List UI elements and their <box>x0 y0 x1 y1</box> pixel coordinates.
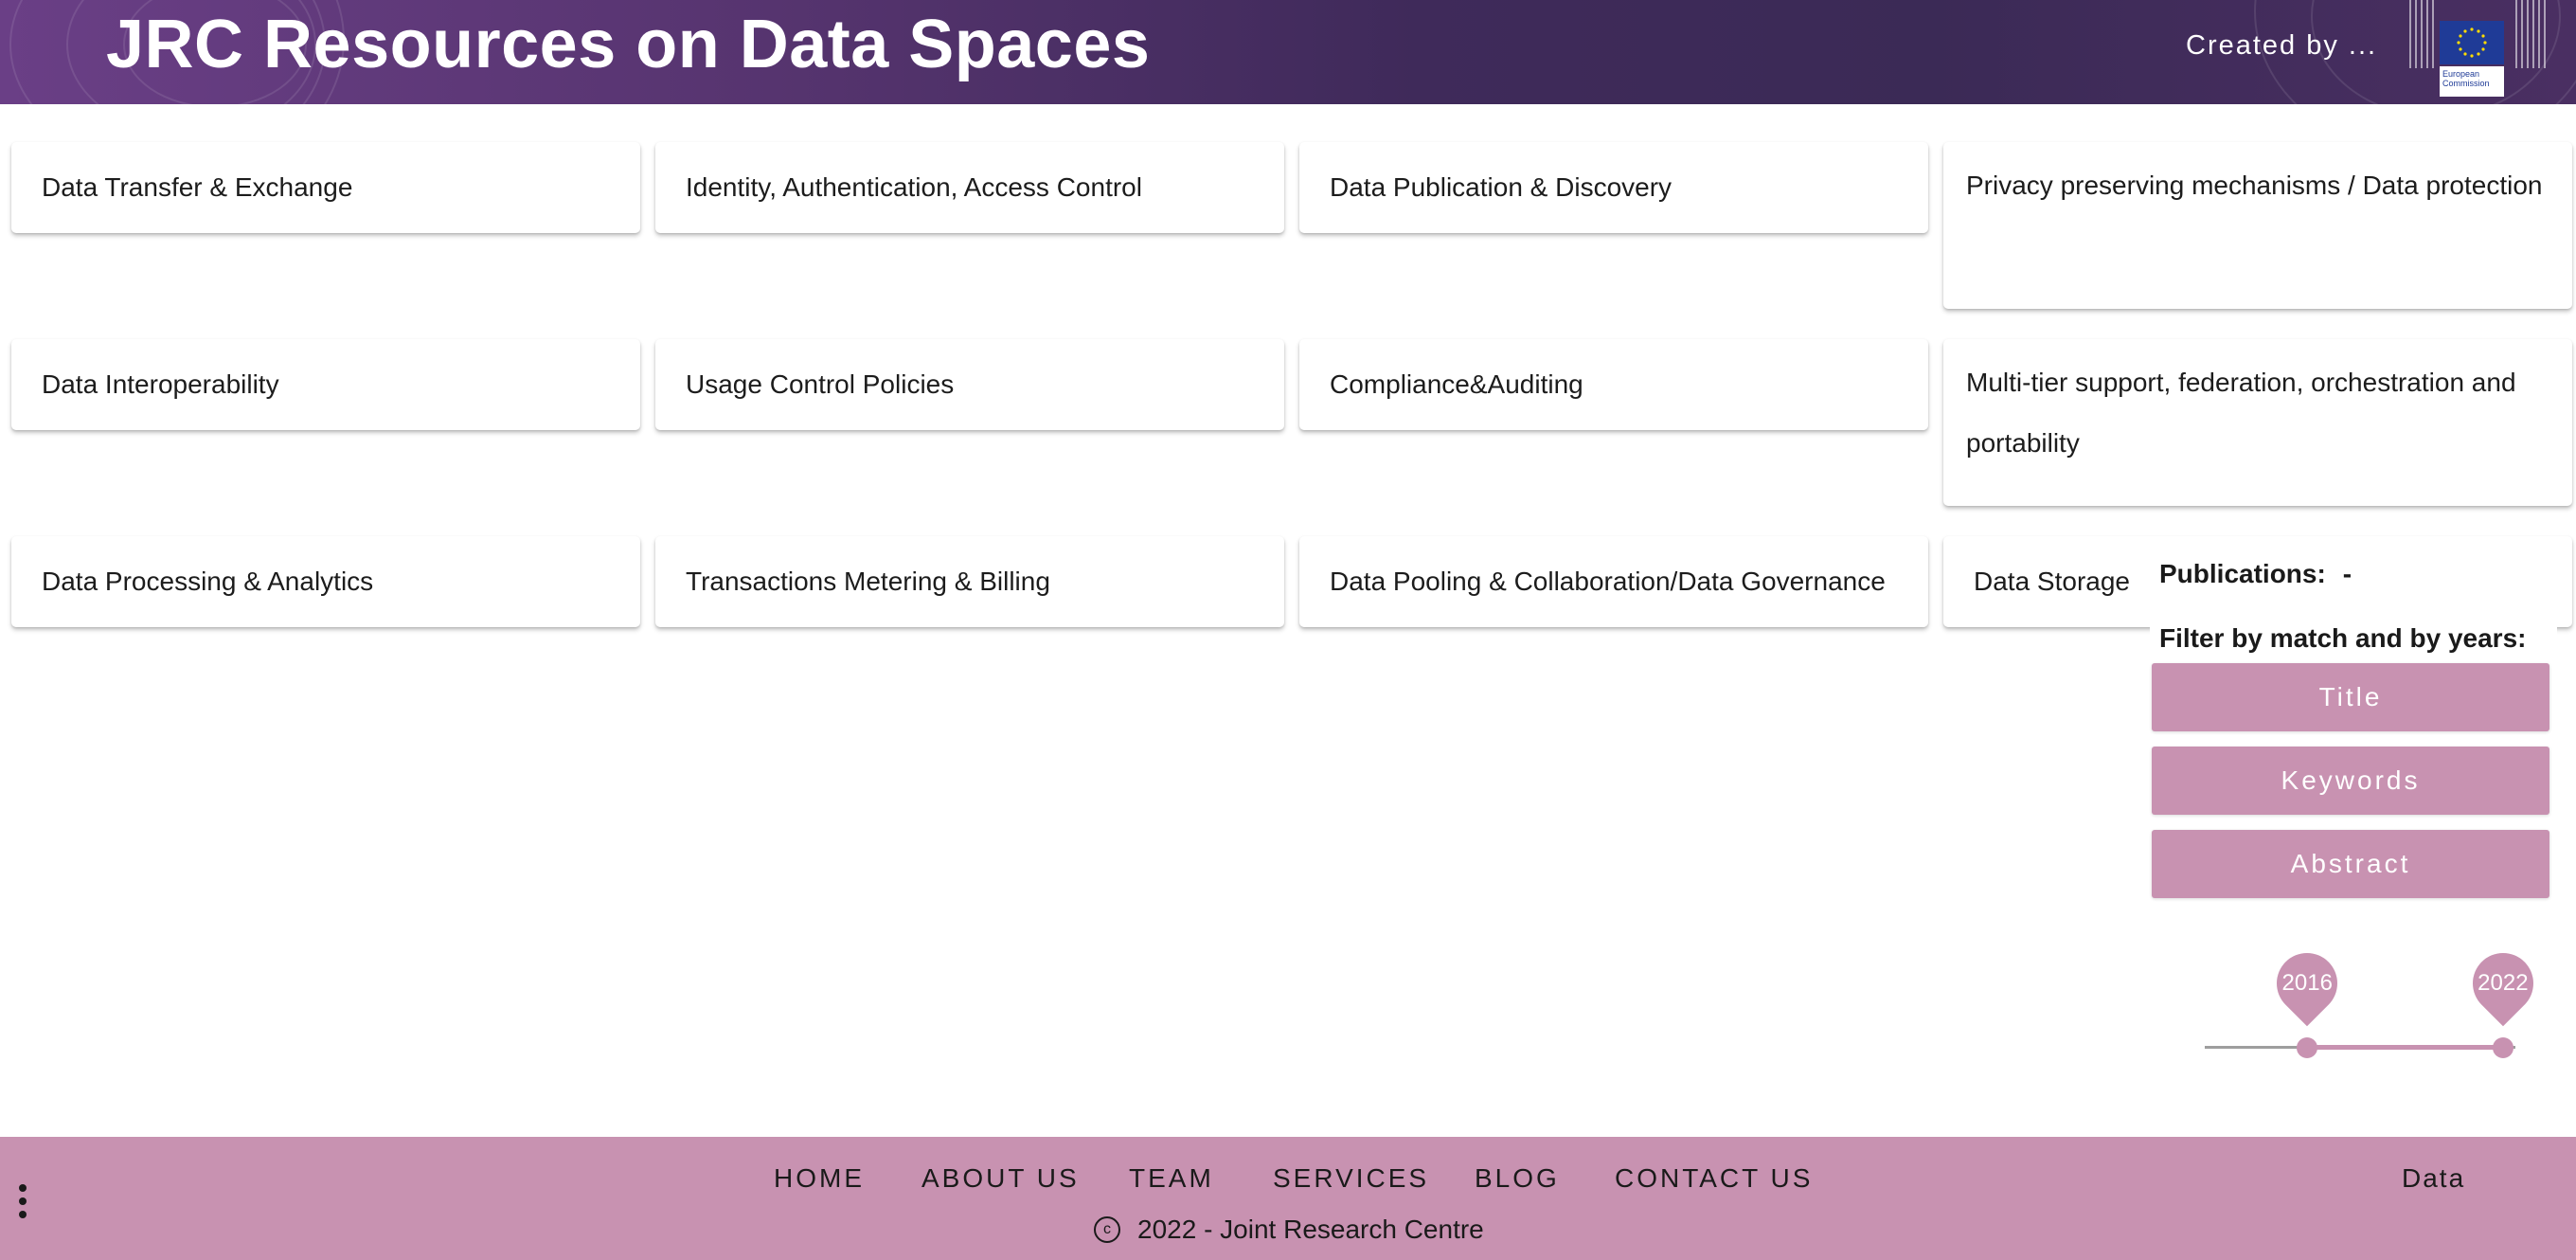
card-data-interoperability[interactable]: Data Interoperability <box>11 339 640 430</box>
card-label: Data Interoperability <box>42 369 279 399</box>
card-label: Data Storage <box>1974 567 2130 596</box>
logo-text: European Commission <box>2440 66 2504 97</box>
nav-blog[interactable]: BLOG <box>1475 1163 1560 1194</box>
year-max-thumb[interactable] <box>2492 1037 2513 1058</box>
header-bar: JRC Resources on Data Spaces Created by … <box>0 0 2576 104</box>
card-label: Data Transfer & Exchange <box>42 172 353 202</box>
filter-title-button[interactable]: Title <box>2152 663 2549 731</box>
nav-services[interactable]: SERVICES <box>1273 1163 1429 1194</box>
card-identity-authentication[interactable]: Identity, Authentication, Access Control <box>655 142 1284 233</box>
publications-count: Publications: - <box>2159 559 2352 589</box>
card-usage-control-policies[interactable]: Usage Control Policies <box>655 339 1284 430</box>
more-vert-icon[interactable] <box>17 1184 28 1218</box>
footer-bar: HOME ABOUT US TEAM SERVICES BLOG CONTACT… <box>0 1137 2576 1260</box>
nav-home[interactable]: HOME <box>774 1163 865 1194</box>
year-min-value: 2016 <box>2281 970 2333 996</box>
copyright-label: 2022 - Joint Research Centre <box>1137 1215 1484 1244</box>
publications-label: Publications: <box>2159 559 2326 588</box>
card-data-pooling-collaboration[interactable]: Data Pooling & Collaboration/Data Govern… <box>1299 536 1928 627</box>
card-label: Multi-tier support, federation, orchestr… <box>1966 368 2516 458</box>
card-transactions-metering-billing[interactable]: Transactions Metering & Billing <box>655 536 1284 627</box>
nav-team[interactable]: TEAM <box>1129 1163 1214 1194</box>
card-label: Identity, Authentication, Access Control <box>686 172 1142 202</box>
european-commission-logo[interactable]: European Commission <box>2406 0 2567 99</box>
filter-label: Filter by match and by years: <box>2159 623 2527 653</box>
page-title: JRC Resources on Data Spaces <box>106 7 1151 82</box>
card-privacy-preserving[interactable]: Privacy preserving mechanisms / Data pro… <box>1943 142 2572 309</box>
card-label: Usage Control Policies <box>686 369 955 399</box>
year-max-value: 2022 <box>2478 970 2529 996</box>
nav-contact-us[interactable]: CONTACT US <box>1615 1163 1813 1194</box>
year-slider-range <box>2307 1045 2503 1050</box>
footer-data-link[interactable]: Data <box>2402 1163 2465 1194</box>
card-data-processing-analytics[interactable]: Data Processing & Analytics <box>11 536 640 627</box>
card-multi-tier-support[interactable]: Multi-tier support, federation, orchestr… <box>1943 339 2572 506</box>
copyright-icon: c <box>1094 1215 1120 1243</box>
card-label: Privacy preserving mechanisms / Data pro… <box>1966 171 2543 200</box>
card-compliance-auditing[interactable]: Compliance&Auditing <box>1299 339 1928 430</box>
card-data-transfer-exchange[interactable]: Data Transfer & Exchange <box>11 142 640 233</box>
copyright-text: c 2022 - Joint Research Centre <box>1094 1215 1484 1245</box>
card-label: Compliance&Auditing <box>1330 369 1583 399</box>
card-label: Data Processing & Analytics <box>42 567 374 596</box>
card-label: Transactions Metering & Billing <box>686 567 1050 596</box>
eu-flag-icon <box>2440 21 2504 64</box>
created-by-link[interactable]: Created by ... <box>2186 30 2377 62</box>
filter-keywords-button[interactable]: Keywords <box>2152 747 2549 815</box>
filter-abstract-button[interactable]: Abstract <box>2152 830 2549 898</box>
nav-about-us[interactable]: ABOUT US <box>921 1163 1080 1194</box>
card-data-publication-discovery[interactable]: Data Publication & Discovery <box>1299 142 1928 233</box>
card-label: Data Publication & Discovery <box>1330 172 1673 202</box>
publications-value: - <box>2342 559 2352 588</box>
card-label: Data Pooling & Collaboration/Data Govern… <box>1330 567 1886 596</box>
